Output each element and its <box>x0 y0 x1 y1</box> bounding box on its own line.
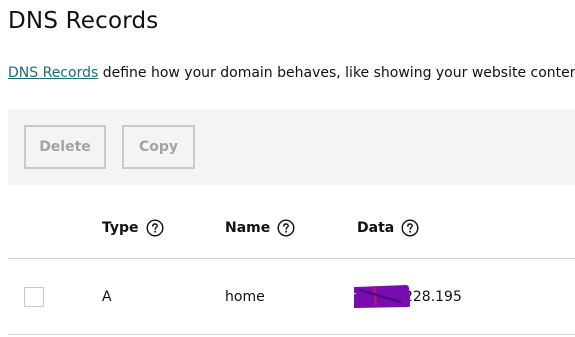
copy-button[interactable]: Copy <box>122 125 195 169</box>
record-actions-toolbar: Delete Copy <box>8 109 575 185</box>
question-circle-icon[interactable] <box>401 219 419 237</box>
column-header-name-label: Name <box>225 220 271 236</box>
column-header-type[interactable]: Type <box>102 219 164 237</box>
redaction-scribble <box>354 285 410 308</box>
question-circle-icon[interactable] <box>277 219 295 237</box>
delete-button[interactable]: Delete <box>24 125 106 169</box>
page-title: DNS Records <box>8 8 159 34</box>
intro-text: DNS Records define how your domain behav… <box>8 65 575 81</box>
column-header-type-label: Type <box>102 220 139 236</box>
column-header-data[interactable]: Data <box>357 219 419 237</box>
intro-description: define how your domain behaves, like sho… <box>98 65 575 81</box>
column-header-name[interactable]: Name <box>225 219 295 237</box>
dns-records-link[interactable]: DNS Records <box>8 65 98 81</box>
record-type-cell: A <box>102 289 112 305</box>
table-header-divider <box>8 258 575 259</box>
record-name-cell: home <box>225 289 265 305</box>
column-header-data-label: Data <box>357 220 395 236</box>
question-circle-icon[interactable] <box>146 219 164 237</box>
row-select-checkbox[interactable] <box>24 287 44 307</box>
table-row-divider <box>8 334 575 335</box>
